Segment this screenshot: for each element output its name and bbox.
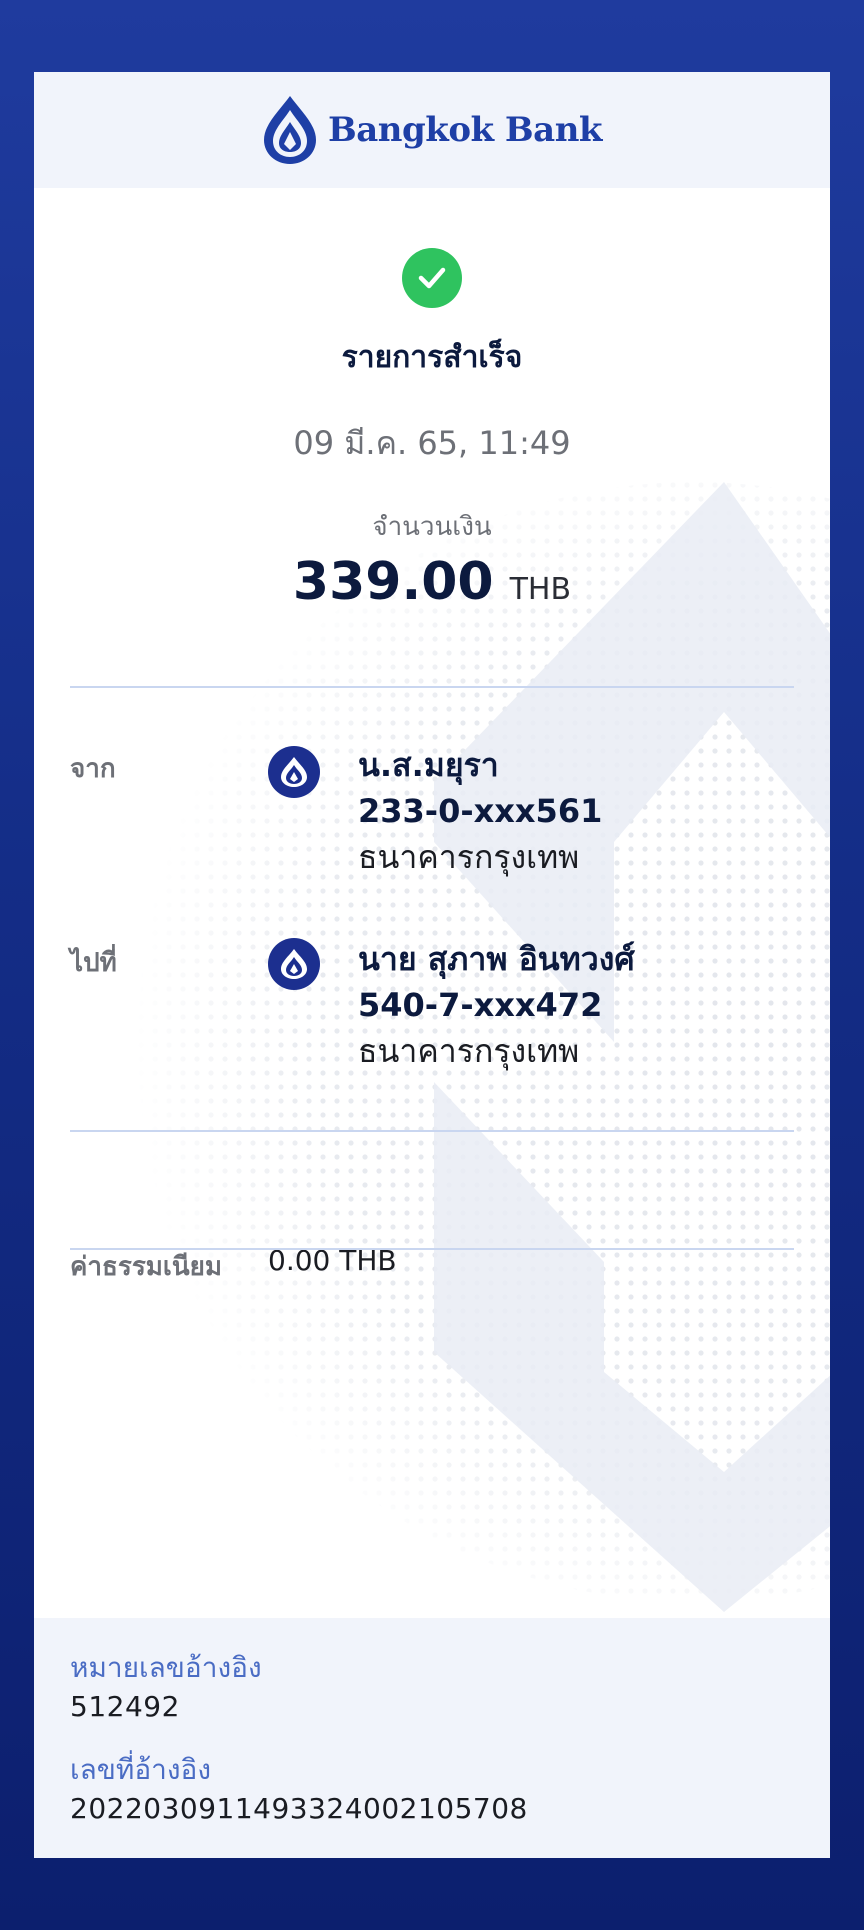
check-circle-icon (402, 248, 462, 308)
transfer-slip-card: Bangkok Bank รายการสำเร็จ 09 มี.ค. 65, 1… (34, 72, 830, 1858)
bangkok-bank-icon (268, 746, 320, 798)
ref-id-label: เลขที่อ้างอิง (70, 1753, 212, 1786)
transaction-datetime: 09 มี.ค. 65, 11:49 (293, 424, 571, 462)
to-bank: ธนาคารกรุงเทพ (358, 1032, 580, 1070)
amount-value: 339.00 (292, 552, 494, 612)
slip-header: Bangkok Bank (34, 72, 830, 188)
to-name: นาย สุภาพ อินทวงศ์ (358, 940, 635, 978)
divider (70, 1248, 794, 1250)
from-account: 233-0-xxx561 (358, 792, 603, 830)
reference-footer: หมายเลขอ้างอิง 512492 เลขที่อ้างอิง 2022… (34, 1618, 830, 1858)
divider (70, 686, 794, 688)
divider (70, 1130, 794, 1132)
bangkok-bank-icon (268, 938, 320, 990)
from-party: น.ส.มยุรา 233-0-xxx561 ธนาคารกรุงเทพ (358, 742, 602, 880)
to-party: นาย สุภาพ อินทวงศ์ 540-7-xxx472 ธนาคารกร… (358, 936, 635, 1074)
brand-name: Bangkok Bank (328, 110, 602, 150)
bangkok-bank-lotus-logo (262, 94, 318, 166)
from-bank: ธนาคารกรุงเทพ (358, 838, 580, 876)
status-title: รายการสำเร็จ (341, 340, 523, 375)
from-name: น.ส.มยุรา (358, 746, 499, 784)
amount-label: จำนวนเงิน (372, 512, 492, 542)
to-account: 540-7-xxx472 (358, 986, 603, 1024)
from-label: จาก (70, 754, 116, 784)
fee-label: ค่าธรรมเนียม (70, 1252, 222, 1282)
to-label: ไปที่ (70, 948, 117, 978)
amount-row: 339.00 THB (34, 552, 830, 612)
brand: Bangkok Bank (262, 94, 602, 166)
ref-number: 512492 (70, 1690, 180, 1723)
ref-id: 2022030911493324002105708 (70, 1792, 528, 1825)
ref-number-label: หมายเลขอ้างอิง (70, 1651, 262, 1684)
amount-currency: THB (509, 572, 572, 607)
